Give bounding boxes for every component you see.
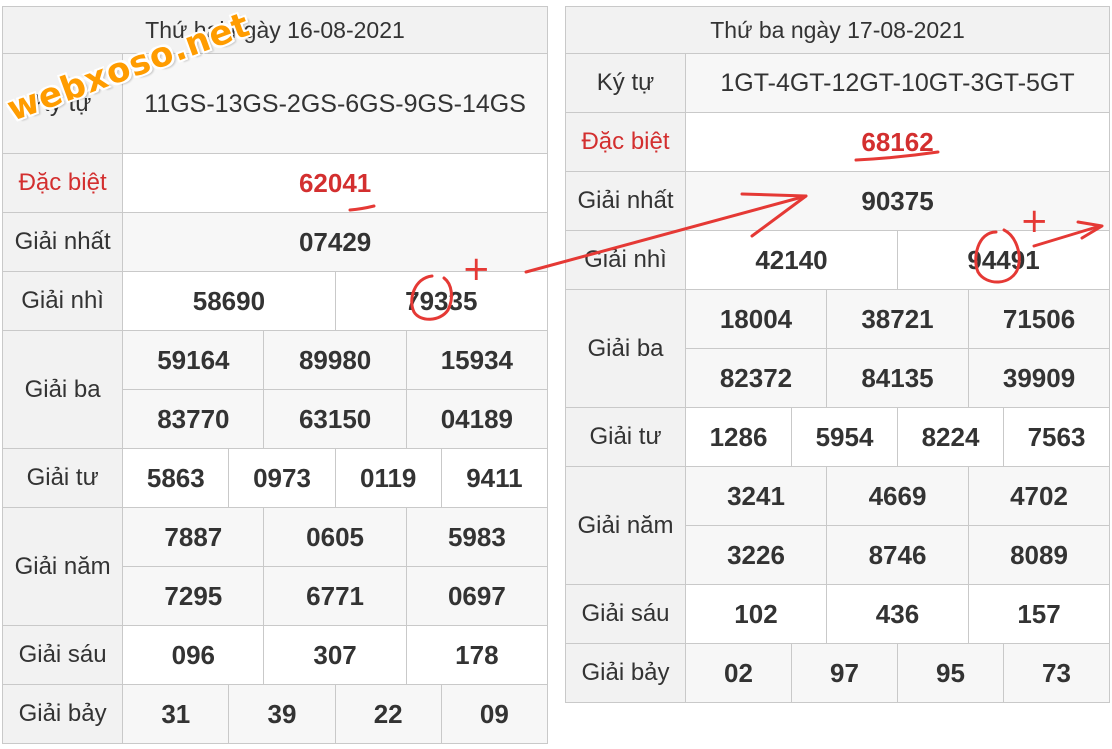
fourth-prize-value: 9411 xyxy=(440,448,549,508)
draw-date-header: Thứ hai ngày 16-08-2021 xyxy=(2,6,548,54)
label-giai-nhat: Giải nhất xyxy=(565,171,686,231)
second-prize-value: 42140 xyxy=(685,230,898,290)
sixth-prize-value: 307 xyxy=(263,625,407,685)
fourth-prize-value: 8224 xyxy=(897,407,1004,467)
second-prize-value: 58690 xyxy=(122,271,336,331)
fourth-prize-value: 5863 xyxy=(122,448,230,508)
label-giai-nam: Giải năm xyxy=(1,507,124,626)
third-prize-value: 84135 xyxy=(826,348,969,408)
fifth-prize-value: 4702 xyxy=(967,466,1111,526)
label-dac-biet: Đặc biệt xyxy=(565,112,686,172)
label-ky-tu: Ký tự xyxy=(565,53,686,113)
sixth-prize-value: 436 xyxy=(826,584,969,644)
fifth-prize-value: 8746 xyxy=(826,525,969,585)
label-giai-nam: Giải năm xyxy=(565,466,686,585)
label-giai-nhi: Giải nhì xyxy=(565,230,686,290)
fifth-prize-value: 4669 xyxy=(826,466,969,526)
third-prize-value: 04189 xyxy=(405,389,549,449)
fifth-prize-value: 7295 xyxy=(122,566,265,626)
label-giai-tu: Giải tư xyxy=(1,448,124,508)
ky-tu-value: 1GT-4GT-12GT-10GT-3GT-5GT xyxy=(684,53,1111,113)
fourth-prize-value: 1286 xyxy=(685,407,792,467)
seventh-prize-value: 22 xyxy=(334,684,442,744)
sixth-prize-value: 102 xyxy=(685,584,827,644)
fifth-prize-value: 7887 xyxy=(122,507,265,567)
label-giai-nhat: Giải nhất xyxy=(1,212,124,272)
first-prize-value: 07429 xyxy=(122,212,548,272)
seventh-prize-value: 09 xyxy=(440,684,549,744)
seventh-prize-value: 95 xyxy=(897,643,1004,703)
label-giai-ba: Giải ba xyxy=(1,330,124,449)
fourth-prize-value: 7563 xyxy=(1002,407,1111,467)
seventh-prize-value: 31 xyxy=(122,684,230,744)
sixth-prize-value: 178 xyxy=(405,625,549,685)
fifth-prize-value: 6771 xyxy=(263,566,407,626)
draw-date-header: Thứ ba ngày 17-08-2021 xyxy=(564,6,1111,54)
third-prize-value: 15934 xyxy=(405,330,549,390)
seventh-prize-value: 39 xyxy=(228,684,336,744)
third-prize-value: 39909 xyxy=(967,348,1111,408)
third-prize-value: 38721 xyxy=(826,289,969,349)
fifth-prize-value: 3241 xyxy=(685,466,827,526)
third-prize-value: 71506 xyxy=(967,289,1111,349)
third-prize-value: 89980 xyxy=(263,330,407,390)
fourth-prize-value: 0119 xyxy=(334,448,442,508)
second-prize-value: 79335 xyxy=(334,271,549,331)
special-prize-value: 68162 xyxy=(684,112,1111,172)
third-prize-value: 82372 xyxy=(685,348,827,408)
label-giai-nhi: Giải nhì xyxy=(1,271,124,331)
first-prize-value: 90375 xyxy=(684,171,1111,231)
fourth-prize-value: 0973 xyxy=(228,448,336,508)
label-giai-sau: Giải sáu xyxy=(565,584,686,644)
label-giai-sau: Giải sáu xyxy=(1,625,124,685)
fourth-prize-value: 5954 xyxy=(791,407,898,467)
fifth-prize-value: 5983 xyxy=(405,507,549,567)
fifth-prize-value: 0697 xyxy=(405,566,549,626)
seventh-prize-value: 02 xyxy=(685,643,792,703)
label-giai-bay: Giải bảy xyxy=(565,643,686,703)
second-prize-value: 94491 xyxy=(896,230,1111,290)
seventh-prize-value: 73 xyxy=(1002,643,1111,703)
sixth-prize-value: 157 xyxy=(967,584,1111,644)
third-prize-value: 18004 xyxy=(685,289,827,349)
third-prize-value: 59164 xyxy=(122,330,265,390)
label-giai-bay: Giải bảy xyxy=(1,684,124,744)
fifth-prize-value: 8089 xyxy=(967,525,1111,585)
sixth-prize-value: 096 xyxy=(122,625,265,685)
third-prize-value: 63150 xyxy=(263,389,407,449)
results-table-2021-08-17: Thứ ba ngày 17-08-2021 Ký tự 1GT-4GT-12G… xyxy=(564,6,1111,703)
fifth-prize-value: 0605 xyxy=(263,507,407,567)
special-prize-value: 62041 xyxy=(122,153,548,213)
seventh-prize-value: 97 xyxy=(791,643,898,703)
label-giai-ba: Giải ba xyxy=(565,289,686,408)
label-giai-tu: Giải tư xyxy=(565,407,686,467)
fifth-prize-value: 3226 xyxy=(685,525,827,585)
third-prize-value: 83770 xyxy=(122,389,265,449)
